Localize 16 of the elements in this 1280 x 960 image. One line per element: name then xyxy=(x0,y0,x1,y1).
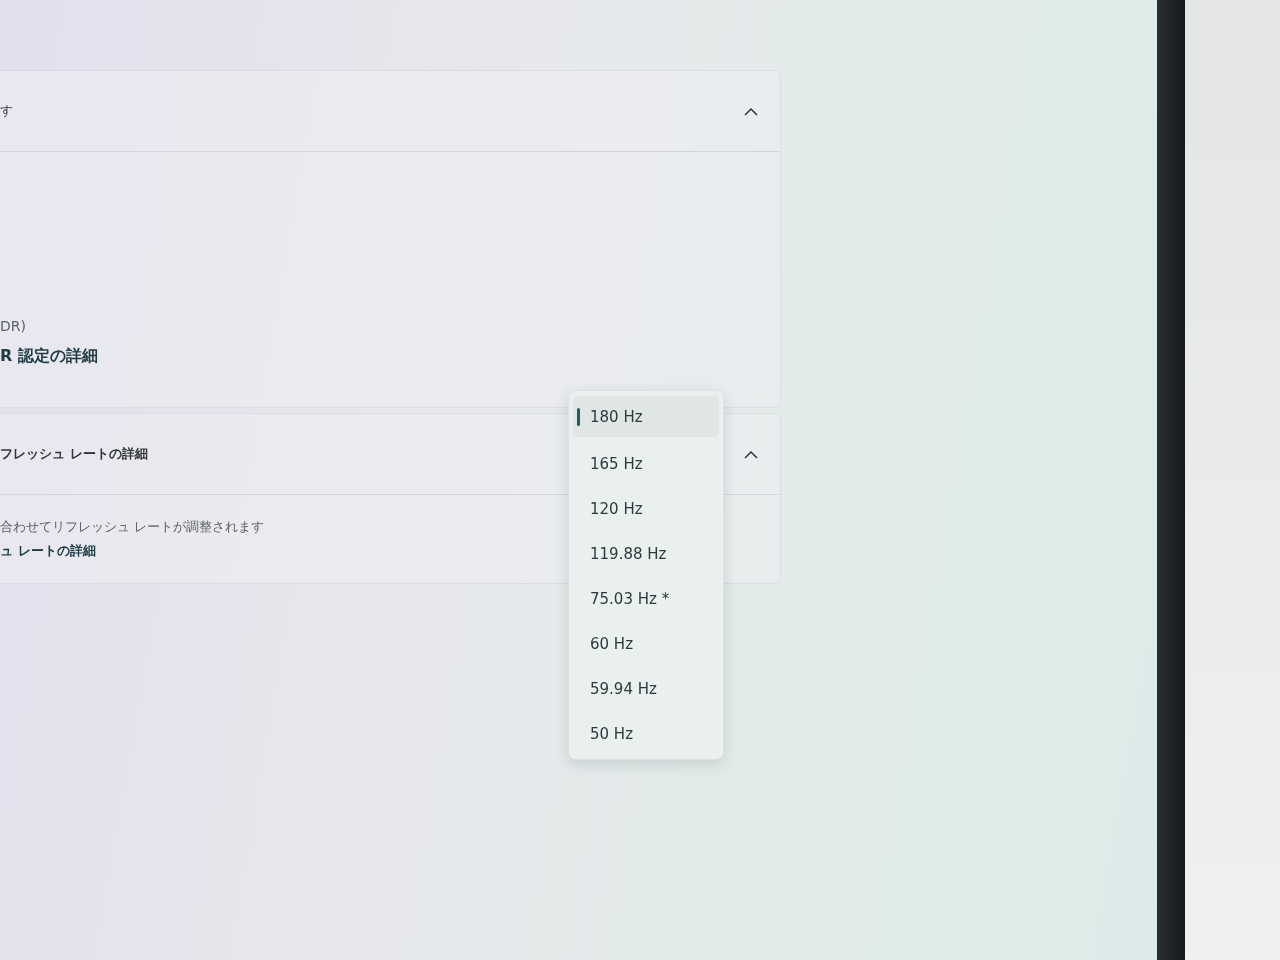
dropdown-option[interactable]: 119.88 Hz xyxy=(573,531,719,576)
dropdown-option[interactable]: 120 Hz xyxy=(573,486,719,531)
details-link[interactable]: ュ レートの詳細 xyxy=(0,542,96,560)
dropdown-option[interactable]: 180 Hz xyxy=(573,396,719,437)
dropdown-option[interactable]: 60 Hz xyxy=(573,621,719,666)
card-description: す xyxy=(0,102,13,120)
dropdown-option[interactable]: 59.94 Hz xyxy=(573,666,719,711)
dropdown-option[interactable]: 50 Hz xyxy=(573,711,719,756)
chevron-icon xyxy=(744,106,758,116)
chevron-icon xyxy=(744,449,758,459)
details-link[interactable]: R 認定の詳細 xyxy=(0,346,98,367)
dropdown-option[interactable]: 75.03 Hz * xyxy=(573,576,719,621)
setting-description: 合わせてリフレッシュ レートが調整されます xyxy=(0,518,265,536)
details-link[interactable]: フレッシュ レートの詳細 xyxy=(0,445,148,463)
dropdown-option[interactable]: 165 Hz xyxy=(573,441,719,486)
setting-description: DR) xyxy=(0,318,26,334)
